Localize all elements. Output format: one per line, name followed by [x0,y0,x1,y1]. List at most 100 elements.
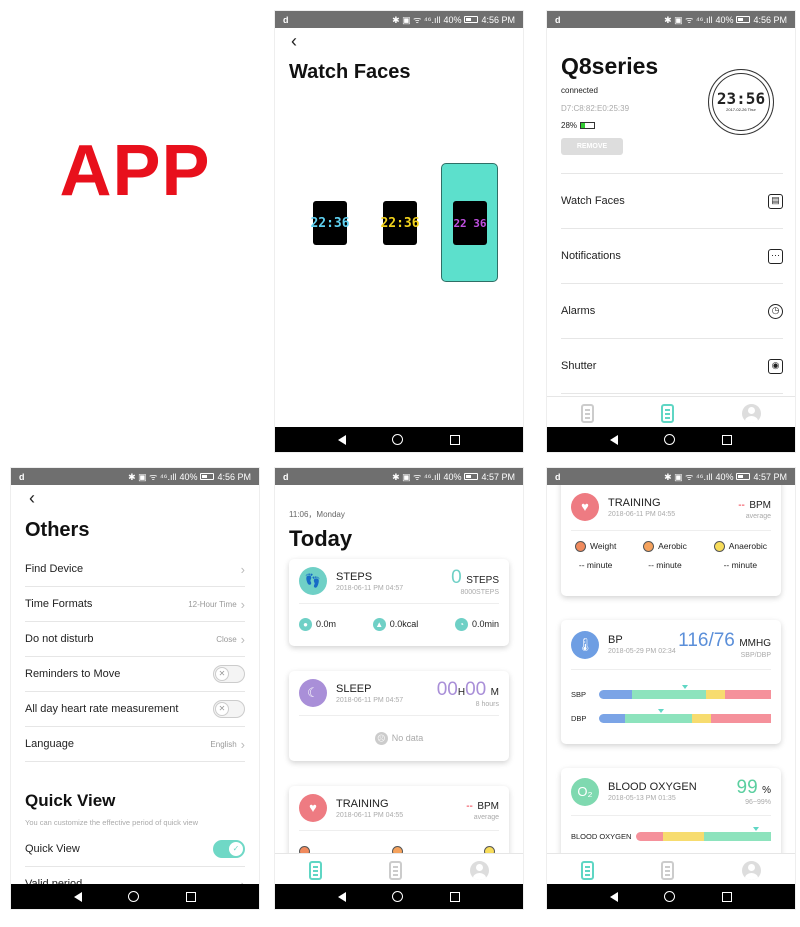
level-marker [657,708,664,713]
tab-profile-icon[interactable] [470,861,490,880]
chevron-right-icon: › [240,561,245,577]
connection-status: connected [561,86,598,95]
tab-device-icon[interactable] [661,861,675,880]
nav-recents-icon[interactable] [449,434,460,445]
setting-do-not-disturb[interactable]: Do not disturb Close › [25,622,245,657]
nav-home-icon[interactable] [392,434,404,445]
nav-back-icon[interactable] [338,434,347,445]
nav-home-icon[interactable] [392,891,404,902]
nav-back-icon[interactable] [338,891,347,902]
setting-label: Language [25,738,74,750]
watch-face-icon: ▤ [768,193,783,209]
card-title: SLEEP [336,682,372,695]
range-segment [631,689,706,699]
watch-face-option-selected[interactable]: 22 36 [453,201,487,245]
android-nav-bar [275,427,523,452]
nav-recents-icon[interactable] [721,434,732,445]
nav-recents-icon[interactable] [185,891,196,902]
nav-back-icon[interactable] [74,891,83,902]
status-bar: d ✱ ▣ ᯤ ⁴⁶.ıll 40% 4:56 PM [275,11,523,28]
weight-dot [575,541,586,553]
setting-label: Find Device [25,563,84,575]
menu-alarms[interactable]: Alarms ◷ [561,284,783,339]
steps-goal: 8000STEPS [460,588,499,596]
setting-label: Do not disturb [25,633,94,645]
carrier-icon: d [555,14,561,25]
bar-label: SBP [571,689,587,699]
card-title: BP [608,634,623,646]
range-segment [710,713,771,723]
location-icon: ● [299,617,312,631]
status-bar: d ✱ ▣ ᯤ ⁴⁶.ıll 40% 4:56 PM [547,11,795,28]
tab-health-icon[interactable] [580,861,594,880]
status-time: 4:56 PM [481,14,515,25]
minutes-unit: M [490,686,499,698]
tab-profile-icon[interactable] [742,404,762,423]
aerobic-dot [643,541,655,553]
setting-heart-rate: All day heart rate measurement ✕ [25,692,245,727]
training-type-weight: Weight -- minute [575,541,616,570]
tab-health-icon[interactable] [580,404,594,423]
android-nav-bar [547,427,795,452]
sleep-goal: 8 hours [475,700,499,708]
bp-card[interactable]: 🌡 BP 2018-05-29 PM 02:34 116/76 MMHG SBP/DB… [561,620,781,744]
bp-value: 116/76 [678,630,735,651]
status-time: 4:56 PM [753,14,787,25]
nav-back-icon[interactable] [610,891,619,902]
android-nav-bar [11,884,259,909]
range-segment [599,713,625,723]
battery-icon [580,122,596,129]
range-segment [636,831,663,841]
tab-device-icon[interactable] [661,404,675,423]
menu-label: Shutter [561,360,597,372]
nav-recents-icon[interactable] [449,891,460,902]
nav-recents-icon[interactable] [721,891,732,902]
tab-profile-icon[interactable] [742,861,762,880]
bp-unit: MMHG [739,638,771,649]
tab-health-icon[interactable] [308,861,322,880]
phone-today: d ✱ ▣ ᯤ ⁴⁶.ıll 40% 4:57 PM 11:06，Monday Tod… [274,467,524,910]
heart-rate-toggle[interactable]: ✕ [213,700,245,718]
setting-language[interactable]: Language English › [25,727,245,762]
steps-card[interactable]: 👣 STEPS 2018-06-11 PM 04:57 0 STEPS 8000STE… [289,559,509,646]
clock-icon: ◔ [454,617,468,631]
reminders-toggle[interactable]: ✕ [213,665,245,683]
carrier-icon: d [19,471,25,482]
watch-face-option[interactable]: 22:36 [380,201,420,245]
android-nav-bar [547,884,795,909]
network-icons: ✱ ▣ ᯤ ⁴⁶.ıll [128,472,177,482]
type-label: Weight [590,541,617,551]
page-title: Today [289,526,353,551]
bottom-tab-bar [275,853,523,887]
setting-find-device[interactable]: Find Device › [25,552,245,587]
sleep-card[interactable]: ☾ SLEEP 2018-06-11 PM 04:57 00H00 M 8 hours… [289,671,509,761]
status-bar: d ✱ ▣ ᯤ ⁴⁶.ıll 40% 4:57 PM [275,468,523,485]
menu-shutter[interactable]: Shutter ◉ [561,339,783,394]
nav-home-icon[interactable] [664,434,676,445]
quick-view-toggle[interactable]: ✓ [213,840,245,858]
footprints-icon: 👣 [299,567,327,595]
mac-address: D7:C8:82:E0:25:39 [561,104,630,113]
back-arrow-icon[interactable]: ‹ [291,31,297,52]
nav-back-icon[interactable] [610,434,619,445]
training-card[interactable]: ♥ TRAINING 2018-06-11 PM 04:55 -- BPM avera… [561,476,781,596]
bp-sub: SBP/DBP [740,652,771,659]
tab-device-icon[interactable] [389,861,403,880]
chevron-right-icon: › [240,736,245,752]
oxygen-sub: 96~99% [745,799,771,806]
battery-icon [736,473,751,480]
card-title: TRAINING [336,797,389,810]
nav-home-icon[interactable] [128,891,140,902]
android-nav-bar [275,884,523,909]
sad-face-icon: ☹ [374,731,388,745]
setting-value: 12-Hour Time [188,599,237,609]
back-arrow-icon[interactable]: ‹ [29,488,35,509]
anaerobic-dot [713,541,725,553]
menu-watch-faces[interactable]: Watch Faces ▤ [561,174,783,229]
nav-home-icon[interactable] [664,891,676,902]
remove-button[interactable]: REMOVE [561,138,623,155]
carrier-icon: d [283,471,289,482]
watch-face-option[interactable]: 22:36 [310,201,350,245]
setting-time-formats[interactable]: Time Formats 12-Hour Time › [25,587,245,622]
menu-notifications[interactable]: Notifications ⋯ [561,229,783,284]
